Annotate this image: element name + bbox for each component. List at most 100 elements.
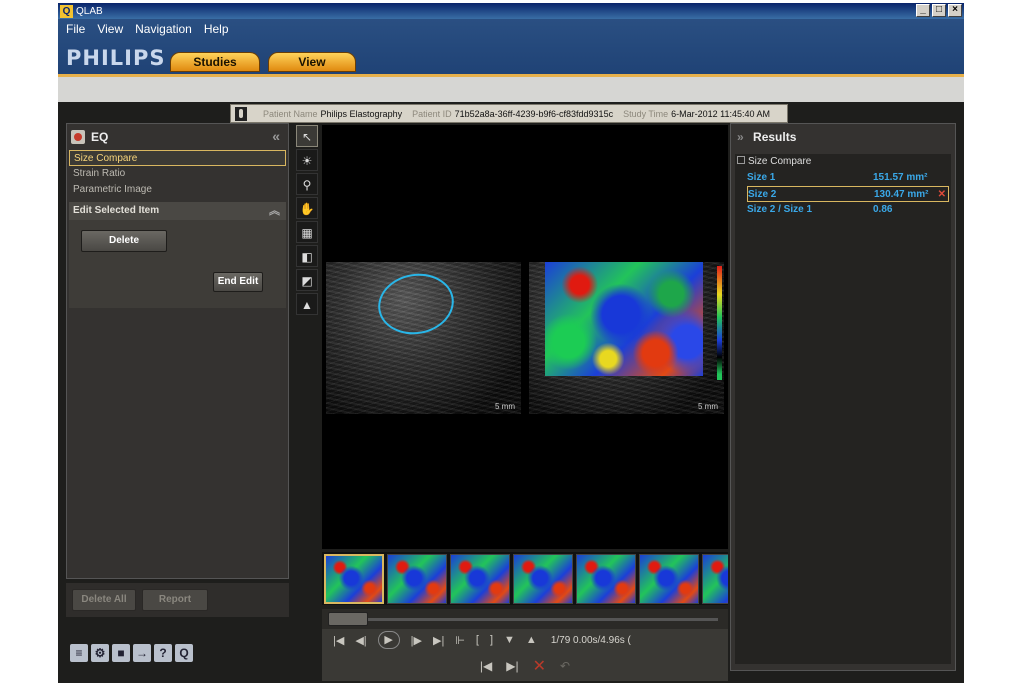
app-icon: Q <box>60 4 73 18</box>
result-value: 130.47 mm² <box>874 189 929 200</box>
thumbnail[interactable] <box>576 554 636 604</box>
thumbnail[interactable] <box>639 554 699 604</box>
menu-navigation[interactable]: Navigation <box>135 22 192 36</box>
patient-name: Philips Elastography <box>320 108 403 119</box>
mark-start-icon[interactable]: |◀ <box>480 659 492 673</box>
result-value: 151.57 mm² <box>873 172 928 183</box>
list-icon[interactable]: ≡ <box>70 644 88 662</box>
triangle-up-icon[interactable]: ▲ <box>526 634 537 646</box>
help-icon[interactable]: ? <box>154 644 172 662</box>
mark-end-icon[interactable]: ▶| <box>506 659 518 673</box>
clear-marks-icon[interactable]: ✕ <box>533 656 546 676</box>
results-title: Results <box>753 130 797 144</box>
result-label: Size 2 <box>748 189 777 200</box>
elastography-image[interactable]: 5 mm <box>529 262 724 414</box>
frame-select-icon[interactable]: ⊩ <box>455 634 465 647</box>
eq-panel: EQ « Size Compare Strain Ratio Parametri… <box>66 123 289 579</box>
edit-area: Delete End Edit <box>69 220 286 308</box>
layout-icon[interactable]: ◧ <box>296 245 318 267</box>
title-bar: Q QLAB _ □ × <box>58 3 964 19</box>
first-frame-icon[interactable]: |◀ <box>333 634 344 647</box>
strain-color-bar <box>717 266 722 380</box>
qlab-icon[interactable]: Q <box>175 644 193 662</box>
collapse-left-icon[interactable]: « <box>272 128 280 144</box>
toolbar-strip <box>58 77 964 102</box>
step-forward-icon[interactable]: |▶ <box>411 634 422 647</box>
expand-results-icon[interactable]: » <box>737 130 744 144</box>
loop-end-icon[interactable]: ] <box>490 634 493 646</box>
window-controls: _ □ × <box>916 4 962 17</box>
thumbnail[interactable] <box>450 554 510 604</box>
eq-panel-header: EQ « <box>67 124 288 150</box>
scale-label-left: 5 mm <box>495 402 515 411</box>
frame-slider[interactable] <box>322 609 728 629</box>
delete-button[interactable]: Delete <box>81 230 167 252</box>
loop-start-icon[interactable]: [ <box>476 634 479 646</box>
menu-help[interactable]: Help <box>204 22 229 36</box>
flip-icon[interactable]: ▲ <box>296 293 318 315</box>
color-map-icon[interactable]: ▦ <box>296 221 318 243</box>
contrast-icon[interactable]: ◩ <box>296 269 318 291</box>
undo-icon[interactable]: ↶ <box>560 659 570 673</box>
playback-controls: |◀ ◀| ▶ |▶ ▶| ⊩ [ ] ▼ ▲ 1/79 0.00s/4.96s… <box>322 629 728 651</box>
study-time-label: Study Time <box>623 108 669 119</box>
slider-track <box>332 618 718 621</box>
tab-view[interactable]: View <box>268 52 356 72</box>
bmode-image[interactable]: 5 mm <box>326 262 521 414</box>
settings-icon[interactable]: ⚙ <box>91 644 109 662</box>
app-header: File View Navigation Help PHILIPS Studie… <box>58 19 964 77</box>
step-back-icon[interactable]: ◀| <box>355 634 366 647</box>
save-icon[interactable]: ■ <box>112 644 130 662</box>
result-label: Size 1 <box>747 172 776 183</box>
slider-handle[interactable] <box>328 612 368 626</box>
tool-strain-ratio[interactable]: Strain Ratio <box>69 166 286 182</box>
thumbnail[interactable] <box>513 554 573 604</box>
patient-id-label: Patient ID <box>412 108 452 119</box>
tool-parametric-image[interactable]: Parametric Image <box>69 182 286 198</box>
results-header: » Results <box>731 124 955 150</box>
strain-overlay <box>545 262 703 376</box>
frame-thumbnails <box>322 552 728 605</box>
playback-controls-secondary: |◀ ▶| ✕ ↶ <box>322 651 728 681</box>
maximize-button[interactable]: □ <box>932 4 946 17</box>
thumbnail[interactable] <box>702 554 728 604</box>
bottom-icon-bar: ≡ ⚙ ■ → ? Q <box>70 644 193 662</box>
delete-all-button[interactable]: Delete All <box>72 589 136 611</box>
results-group[interactable]: Size Compare <box>735 154 951 170</box>
result-row-size-1[interactable]: Size 1 151.57 mm² <box>735 170 951 186</box>
minimize-button[interactable]: _ <box>916 4 930 17</box>
menu-view[interactable]: View <box>97 22 123 36</box>
frame-counter: 1/79 0.00s/4.96s ( <box>550 634 631 646</box>
play-icon[interactable]: ▶ <box>377 631 400 649</box>
last-frame-icon[interactable]: ▶| <box>433 634 444 647</box>
menu-file[interactable]: File <box>66 22 85 36</box>
panel-actions: Delete All Report <box>66 583 289 617</box>
chevron-up-icon: ︽ <box>269 205 280 217</box>
pointer-icon[interactable]: ↖ <box>296 125 318 147</box>
pan-icon[interactable]: ✋ <box>296 197 318 219</box>
result-row-size-2[interactable]: Size 2 130.47 mm² ✕ <box>747 186 949 202</box>
remove-result-icon[interactable]: ✕ <box>938 187 946 202</box>
study-time: 6-Mar-2012 11:45:40 AM <box>671 108 770 119</box>
image-toolbar: ↖ ☀ ⚲ ✋ ▦ ◧ ◩ ▲ <box>296 125 320 315</box>
end-edit-button[interactable]: End Edit <box>213 272 263 292</box>
zoom-icon[interactable]: ⚲ <box>296 173 318 195</box>
thumbnail[interactable] <box>387 554 447 604</box>
patient-icon <box>235 106 247 121</box>
scale-label-right: 5 mm <box>698 402 718 411</box>
brightness-icon[interactable]: ☀ <box>296 149 318 171</box>
edit-selected-item-header[interactable]: Edit Selected Item ︽ <box>69 202 286 220</box>
eq-icon <box>71 130 85 144</box>
thumbnail[interactable] <box>324 554 384 604</box>
result-row-ratio[interactable]: Size 2 / Size 1 0.86 <box>735 202 951 218</box>
export-icon[interactable]: → <box>133 644 151 662</box>
tool-size-compare[interactable]: Size Compare <box>69 150 286 166</box>
report-button[interactable]: Report <box>142 589 208 611</box>
result-label: Size 2 / Size 1 <box>747 204 813 215</box>
window-title: QLAB <box>76 5 103 17</box>
image-viewer[interactable]: 5 mm 5 mm <box>322 125 728 549</box>
triangle-down-icon[interactable]: ▼ <box>504 634 515 646</box>
tab-studies[interactable]: Studies <box>170 52 260 72</box>
close-button[interactable]: × <box>948 4 962 17</box>
collapse-box-icon[interactable] <box>737 156 745 164</box>
